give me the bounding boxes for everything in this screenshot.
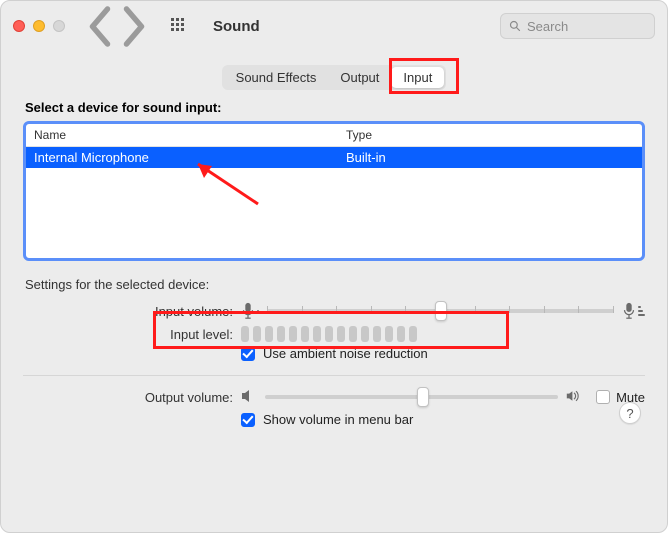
- level-segment: [385, 326, 393, 342]
- level-segment: [301, 326, 309, 342]
- level-segment: [361, 326, 369, 342]
- tab-input[interactable]: Input: [391, 67, 444, 88]
- tab-output[interactable]: Output: [328, 67, 391, 88]
- level-segment: [265, 326, 273, 342]
- close-icon[interactable]: [13, 20, 25, 32]
- help-button[interactable]: ?: [619, 402, 641, 424]
- level-segment: [241, 326, 249, 342]
- input-level-meter: [241, 326, 417, 342]
- level-segment: [325, 326, 333, 342]
- input-volume-thumb[interactable]: [435, 301, 447, 321]
- window-controls: [13, 20, 65, 32]
- page-title: Sound: [213, 18, 260, 35]
- ambient-noise-checkbox[interactable]: [241, 347, 255, 361]
- level-segment: [313, 326, 321, 342]
- ambient-noise-label: Use ambient noise reduction: [263, 346, 428, 361]
- input-volume-row: Input volume:: [23, 300, 645, 322]
- level-segment: [277, 326, 285, 342]
- back-button[interactable]: [85, 13, 115, 39]
- input-level-label: Input level:: [23, 327, 241, 342]
- table-row[interactable]: Internal Microphone Built-in: [26, 147, 642, 168]
- level-segment: [289, 326, 297, 342]
- output-volume-label: Output volume:: [23, 390, 241, 405]
- divider: [23, 375, 645, 376]
- forward-button[interactable]: [119, 13, 149, 39]
- titlebar: Sound Search: [1, 1, 667, 51]
- device-name-cell: Internal Microphone: [34, 150, 346, 165]
- minimize-icon[interactable]: [33, 20, 45, 32]
- select-device-heading: Select a device for sound input:: [25, 100, 645, 115]
- search-icon: [509, 20, 521, 32]
- tabs-container: Sound Effects Output Input: [1, 65, 667, 90]
- mute-checkbox[interactable]: [596, 390, 610, 404]
- column-name[interactable]: Name: [34, 128, 346, 142]
- speaker-low-icon: [241, 389, 257, 406]
- zoom-icon: [53, 20, 65, 32]
- device-type-cell: Built-in: [346, 150, 634, 165]
- input-level-row: Input level:: [23, 326, 645, 342]
- column-type[interactable]: Type: [346, 128, 634, 142]
- level-segment: [397, 326, 405, 342]
- level-segment: [409, 326, 417, 342]
- output-volume-slider[interactable]: [265, 386, 558, 408]
- global-settings: Output volume: Mute: [1, 386, 667, 427]
- device-list[interactable]: Name Type Internal Microphone Built-in: [23, 121, 645, 261]
- speaker-high-icon: [566, 389, 582, 406]
- input-volume-label: Input volume:: [23, 304, 241, 319]
- menubar-row: Show volume in menu bar: [23, 412, 645, 427]
- main-panel: Select a device for sound input: Name Ty…: [23, 100, 645, 376]
- table-header: Name Type: [26, 124, 642, 147]
- mic-high-icon: [622, 302, 645, 320]
- level-segment: [337, 326, 345, 342]
- show-all-button[interactable]: [165, 13, 193, 39]
- menubar-label: Show volume in menu bar: [263, 412, 413, 427]
- search-placeholder: Search: [527, 19, 568, 34]
- level-segment: [253, 326, 261, 342]
- output-volume-row: Output volume: Mute: [23, 386, 645, 408]
- mic-low-icon: [241, 302, 259, 320]
- settings-heading: Settings for the selected device:: [25, 277, 645, 292]
- menubar-checkbox[interactable]: [241, 413, 255, 427]
- search-input[interactable]: Search: [500, 13, 655, 39]
- preferences-window: Sound Search Sound Effects Output Input …: [0, 0, 668, 533]
- level-segment: [373, 326, 381, 342]
- input-volume-slider[interactable]: [267, 300, 614, 322]
- ambient-noise-row: Use ambient noise reduction: [23, 346, 645, 361]
- nav-buttons: [85, 13, 149, 39]
- output-volume-thumb[interactable]: [417, 387, 429, 407]
- segmented-control: Sound Effects Output Input: [222, 65, 447, 90]
- level-segment: [349, 326, 357, 342]
- tab-sound-effects[interactable]: Sound Effects: [224, 67, 329, 88]
